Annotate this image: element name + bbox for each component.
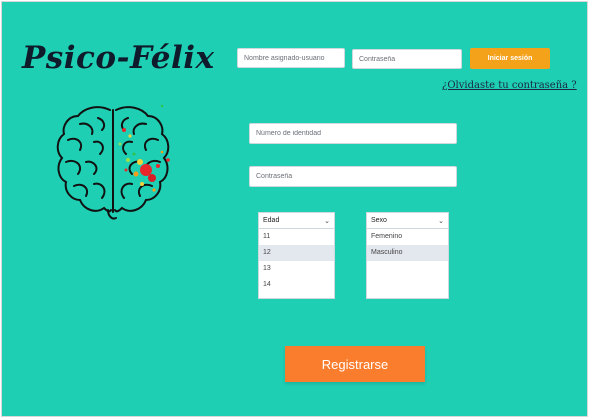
age-select-header[interactable]: Edad ⌄	[259, 213, 334, 229]
sex-option-selected[interactable]: Masculino	[367, 245, 448, 261]
sex-select-header[interactable]: Sexo ⌄	[367, 213, 448, 229]
age-option[interactable]: 14	[259, 277, 334, 293]
chevron-down-icon[interactable]: ⌄	[324, 217, 330, 225]
username-input[interactable]	[237, 48, 345, 68]
chevron-down-icon[interactable]: ⌄	[438, 217, 444, 225]
brain-icon	[56, 104, 170, 220]
login-button[interactable]: Iniciar sesión	[470, 48, 550, 69]
age-select-label: Edad	[263, 217, 280, 224]
sex-select[interactable]: Sexo ⌄ Femenino Masculino	[366, 212, 449, 299]
register-button[interactable]: Registrarse	[285, 346, 425, 382]
forgot-password-link[interactable]: ¿Olvidaste tu contraseña ?	[442, 80, 577, 91]
age-select[interactable]: Edad ⌄ 11 12 13 14	[258, 212, 335, 299]
register-password-input[interactable]	[249, 166, 457, 187]
sex-option[interactable]: Femenino	[367, 229, 448, 245]
page-frame: Psico-Félix Nombre asignado-usuario Inic…	[2, 2, 587, 416]
logo-text: Psico-Félix	[22, 40, 215, 76]
age-option[interactable]: 11	[259, 229, 334, 245]
age-option-selected[interactable]: 12	[259, 245, 334, 261]
login-password-input[interactable]	[352, 49, 462, 69]
sex-select-label: Sexo	[371, 217, 387, 224]
identity-number-input[interactable]	[249, 123, 457, 144]
age-option[interactable]: 13	[259, 261, 334, 277]
